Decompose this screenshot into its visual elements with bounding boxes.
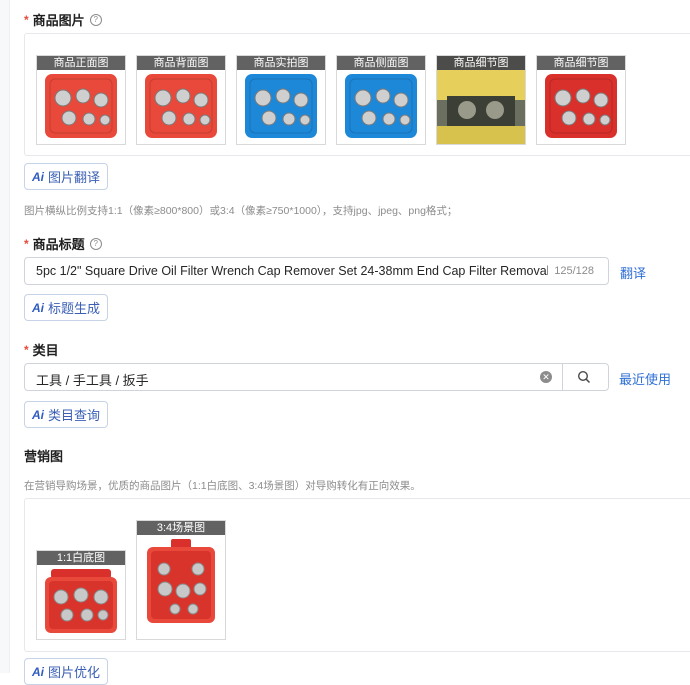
product-thumb[interactable]: 商品细节图 [536, 55, 626, 145]
image-optimize-button[interactable]: Ai 图片优化 [24, 658, 109, 685]
left-border [0, 0, 10, 673]
category-label: * 类目 [24, 342, 59, 359]
title-input-value: 5pc 1/2" Square Drive Oil Filter Wrench … [36, 264, 550, 278]
search-icon[interactable] [577, 370, 591, 387]
product-images-label: * 商品图片 ? [24, 10, 102, 29]
category-input[interactable]: 工具 / 手工具 / 扳手 ✕ [24, 363, 609, 391]
title-label: * 商品标题 ? [24, 234, 102, 253]
marketing-thumb-white[interactable]: 1:1白底图 [36, 550, 126, 640]
category-query-button[interactable]: Ai 类目查询 [24, 401, 109, 428]
marketing-thumb-scene[interactable]: 3:4场景图 [136, 520, 226, 640]
marketing-images-panel: 1:1白底图 3:4场景图 [24, 498, 690, 652]
thumb-label: 商品实拍图 [237, 56, 325, 70]
thumb-label: 3:4场景图 [137, 521, 225, 535]
product-case-image [147, 539, 215, 623]
product-thumb[interactable]: 商品正面图 [36, 55, 126, 145]
title-char-count: 125/128 [548, 265, 594, 277]
clear-icon[interactable]: ✕ [540, 371, 552, 383]
image-format-hint: 图片横纵比例支持1:1（像素≥800*800）或3:4（像素≥750*1000）… [24, 205, 458, 217]
title-input[interactable]: 5pc 1/2" Square Drive Oil Filter Wrench … [24, 257, 609, 285]
image-translate-button[interactable]: Ai 图片翻译 [24, 163, 109, 190]
category-input-value: 工具 / 手工具 / 扳手 [36, 373, 149, 388]
recent-used-link[interactable]: 最近使用 [619, 369, 671, 388]
ai-icon: Ai [32, 664, 44, 679]
thumb-label: 商品细节图 [537, 56, 625, 70]
ai-icon: Ai [32, 407, 44, 422]
translate-link[interactable]: 翻译 [620, 263, 646, 282]
thumb-label: 商品正面图 [37, 56, 125, 70]
ai-icon: Ai [32, 169, 44, 184]
thumb-label: 商品背面图 [137, 56, 225, 70]
thumb-label: 商品细节图 [437, 56, 525, 70]
required-mark: * [24, 12, 29, 27]
question-circle-icon[interactable]: ? [89, 13, 102, 26]
product-thumb[interactable]: 商品背面图 [136, 55, 226, 145]
thumb-label: 1:1白底图 [37, 551, 125, 565]
product-thumb[interactable]: 商品细节图 [436, 55, 526, 145]
divider [562, 364, 563, 390]
product-thumb[interactable]: 商品侧面图 [336, 55, 426, 145]
question-circle-icon[interactable]: ? [89, 237, 102, 250]
product-images-panel: 商品正面图 商品背面图 商品实拍图 商品侧面图 商品细节图 商品细节图 [24, 33, 690, 156]
product-thumb[interactable]: 商品实拍图 [236, 55, 326, 145]
marketing-label: 营销图 [24, 449, 64, 464]
ai-icon: Ai [32, 300, 44, 315]
title-generate-button[interactable]: Ai 标题生成 [24, 294, 109, 321]
thumb-label: 商品侧面图 [337, 56, 425, 70]
marketing-hint: 在营销导购场景，优质的商品图片（1:1白底图、3:4场景图）对导购转化有正向效果… [24, 480, 421, 492]
